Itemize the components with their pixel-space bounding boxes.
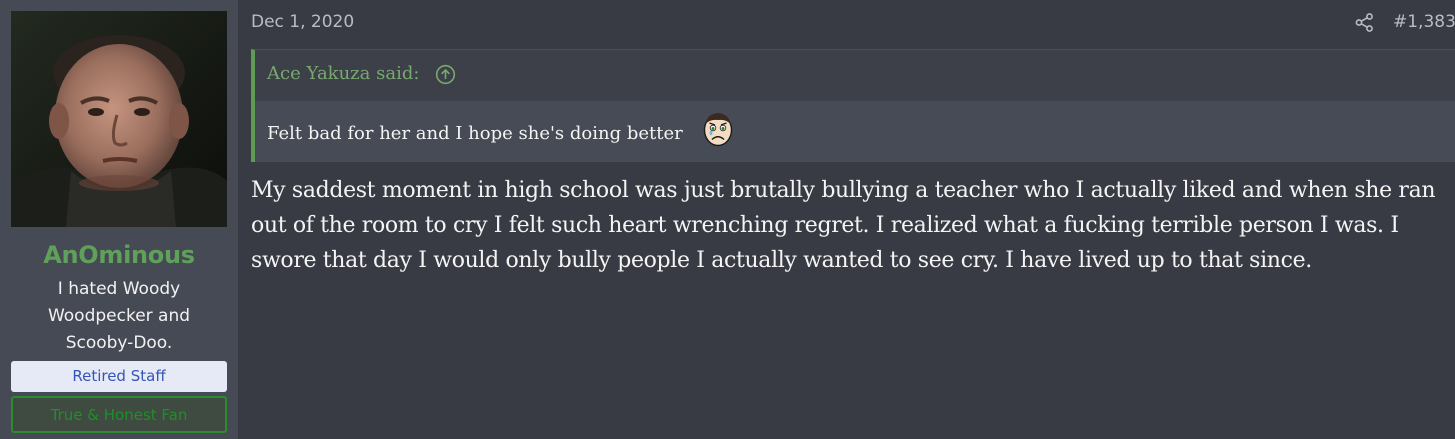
message-line: My saddest moment in high school was jus… (251, 178, 1436, 203)
message-line: out of the room to cry I felt such heart… (251, 213, 1399, 238)
avatar[interactable] (11, 11, 227, 227)
user-sidebar: AnOminous I hated Woody Woodpecker and S… (0, 0, 238, 439)
post-message: My saddest moment in high school was jus… (251, 173, 1455, 278)
user-title-line: Woodpecker and (47, 306, 191, 326)
avatar-image (11, 11, 227, 227)
post-date[interactable]: Dec 1, 2020 (251, 12, 354, 32)
quote-header: Ace Yakuza said: (255, 50, 1455, 101)
retired-staff-banner: Retired Staff (11, 361, 227, 392)
sad-face-emoji (703, 113, 733, 147)
quote-block: Ace Yakuza said: Felt bad for her and I … (251, 49, 1455, 162)
share-icon[interactable] (1354, 12, 1375, 33)
arrow-up-circle-icon[interactable] (435, 64, 456, 85)
message-line: swore that day I would only bully people… (251, 248, 1312, 273)
quote-text: Felt bad for her and I hope she's doing … (267, 123, 683, 144)
username[interactable]: AnOminous (0, 241, 238, 269)
user-title-line: Scooby-Doo. (65, 333, 173, 353)
post-number[interactable]: #1,383 (1393, 12, 1455, 32)
quote-author[interactable]: Ace Yakuza said: (267, 63, 419, 84)
quote-body: Felt bad for her and I hope she's doing … (255, 101, 1455, 162)
user-title: I hated Woody Woodpecker and Scooby-Doo. (24, 276, 214, 357)
forum-post: AnOminous I hated Woody Woodpecker and S… (0, 0, 1455, 439)
user-title-line: I hated Woody (57, 279, 181, 299)
true-honest-fan-banner: True & Honest Fan (11, 396, 227, 433)
